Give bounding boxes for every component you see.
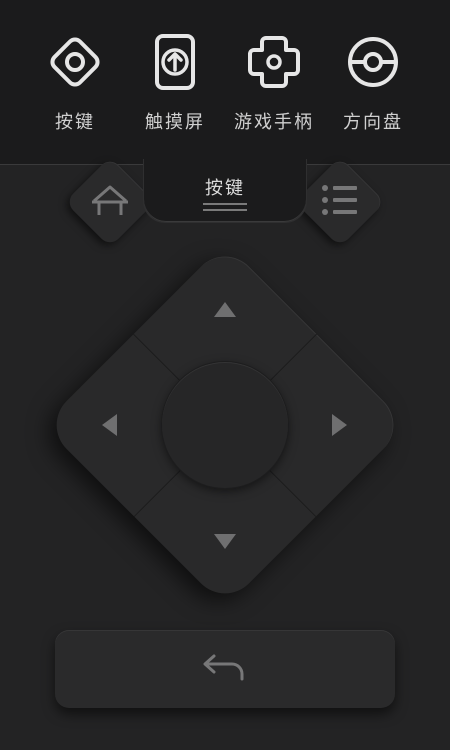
menu-list-icon (321, 183, 359, 221)
mode-gamepad-label: 游戏手柄 (234, 112, 314, 133)
mode-touch-button[interactable]: 触摸屏 (130, 30, 220, 134)
touch-upload-icon (143, 30, 207, 94)
gamepad-cross-icon (242, 30, 306, 94)
mode-keys-button[interactable]: 按键 (30, 30, 120, 134)
mode-steering-button[interactable]: 方向盘 (328, 30, 418, 134)
tab-indicator-line (203, 209, 247, 211)
arrow-down-icon (214, 534, 236, 549)
menu-button[interactable] (300, 162, 380, 242)
mode-touch-label: 触摸屏 (145, 112, 205, 133)
steering-wheel-icon (341, 30, 405, 94)
arrow-up-icon (214, 302, 236, 317)
dpad (42, 242, 408, 608)
arrow-left-icon (102, 414, 117, 436)
home-button[interactable] (70, 162, 150, 242)
mode-steering-label: 方向盘 (343, 112, 403, 133)
ok-button[interactable] (162, 362, 288, 488)
mode-gamepad-button[interactable]: 游戏手柄 (229, 30, 319, 134)
back-button[interactable] (55, 630, 395, 708)
arrow-right-icon (332, 414, 347, 436)
mode-keys-label: 按键 (55, 112, 95, 133)
diamond-target-icon (43, 30, 107, 94)
tab-indicator-line (203, 203, 247, 205)
back-arrow-icon (202, 652, 248, 686)
active-tab-label: 按键 (205, 178, 245, 199)
home-icon (90, 183, 130, 221)
mode-bar: 按键 触摸屏 游戏手柄 方向盘 (0, 0, 450, 165)
